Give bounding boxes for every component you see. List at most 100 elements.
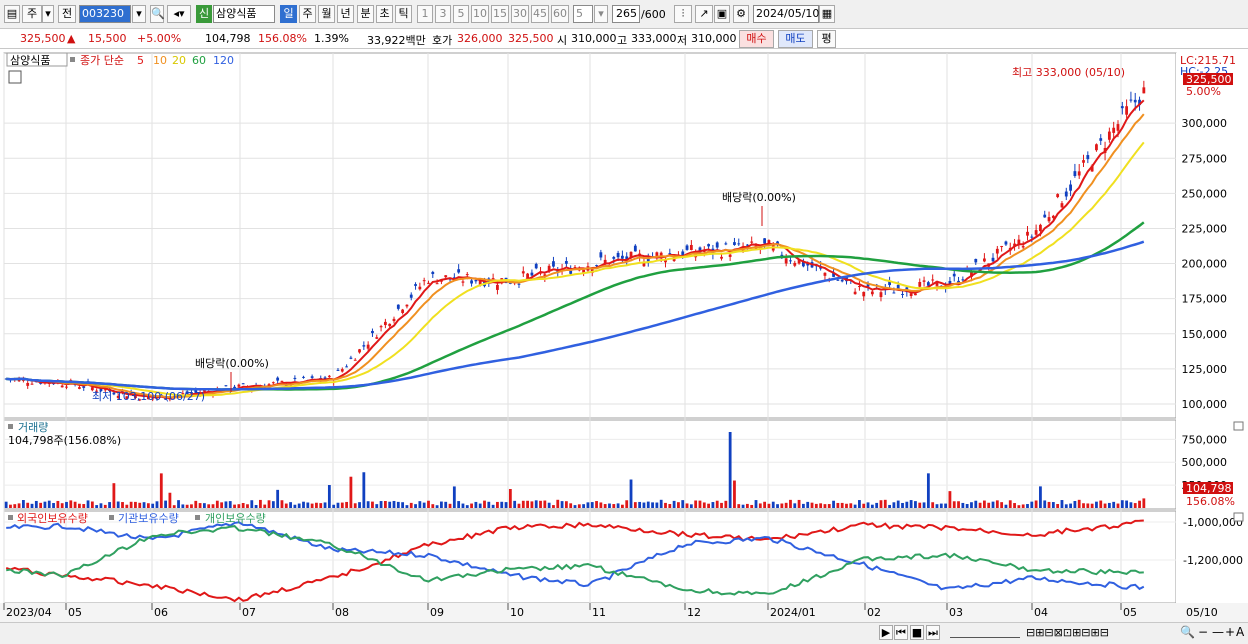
speaker-icon[interactable]: ◂▾ xyxy=(167,5,191,23)
candle-body xyxy=(633,245,637,252)
minute-step-3[interactable]: 3 xyxy=(435,5,451,23)
date-input[interactable]: 2024/05/10 xyxy=(753,5,819,23)
stop-icon[interactable]: ■ xyxy=(910,625,924,640)
zoom-line-icon[interactable]: — xyxy=(1212,625,1224,639)
prev-button[interactable]: 전 xyxy=(58,5,76,23)
last-icon[interactable]: ⏭ xyxy=(926,625,940,640)
minute-step-45[interactable]: 45 xyxy=(531,5,549,23)
volume-bar xyxy=(1004,504,1008,508)
volume-panel-close-icon[interactable] xyxy=(1233,421,1244,431)
zoom-tools-icon[interactable]: ⊟⊞⊟⊠⊡⊞⊟⊞⊟ xyxy=(1026,626,1109,639)
ask-price: 326,000 xyxy=(457,32,503,45)
holding-panel-close-icon[interactable] xyxy=(1233,512,1244,522)
candle-body xyxy=(720,256,723,259)
volume-bar xyxy=(595,501,598,508)
market-dropdown-icon[interactable]: ▾ xyxy=(42,5,54,23)
candle-body xyxy=(1060,203,1064,208)
period-second[interactable]: 초 xyxy=(376,5,393,23)
draw-tool-icon[interactable]: ↗ xyxy=(695,5,713,23)
count-input[interactable]: 265 xyxy=(612,5,640,23)
chart-area[interactable]: 100,000 125,000 150,000 175,000 200,000 225,0… xyxy=(0,50,1248,622)
font-size-icon[interactable]: A xyxy=(1236,625,1244,639)
volume-bar xyxy=(276,489,280,508)
period-day[interactable]: 일 xyxy=(280,5,297,23)
min-annotation: 최저 103,100 (06/27) xyxy=(92,390,205,403)
volume-bar xyxy=(612,504,616,508)
candle-body xyxy=(836,279,840,281)
save-icon[interactable]: ▣ xyxy=(714,5,730,23)
sell-button[interactable]: 매도 xyxy=(778,30,813,48)
period-year[interactable]: 년 xyxy=(337,5,354,23)
first-icon[interactable]: ⏮ xyxy=(894,625,908,640)
period-tick[interactable]: 틱 xyxy=(395,5,412,23)
zoom-out-icon[interactable]: − xyxy=(1198,625,1208,639)
ma-legend-marker xyxy=(70,57,75,62)
candle-body xyxy=(465,274,469,276)
volume-bar xyxy=(1125,500,1129,508)
candle-body xyxy=(362,345,366,347)
volume-bar xyxy=(711,502,715,508)
volume-bar xyxy=(504,502,508,508)
minute-step-5[interactable]: 5 xyxy=(453,5,469,23)
candle-body xyxy=(396,304,400,309)
volume-bar xyxy=(396,501,400,508)
volume-bar xyxy=(383,501,387,508)
candle-body xyxy=(470,280,473,284)
calendar-icon[interactable]: ▦ xyxy=(819,5,835,23)
candle-body xyxy=(1000,246,1004,248)
price: 325,500 xyxy=(20,32,66,45)
count-max: /600 xyxy=(641,8,666,21)
volume-bar xyxy=(90,501,94,508)
period-minute[interactable]: 분 xyxy=(357,5,374,23)
volume-bar xyxy=(414,504,417,508)
minute-step-10[interactable]: 10 xyxy=(471,5,489,23)
volume-bar xyxy=(875,502,879,508)
candle-body xyxy=(1142,87,1146,94)
candle-body xyxy=(60,385,64,388)
minute-step-30[interactable]: 30 xyxy=(511,5,529,23)
interval-dropdown-icon[interactable]: ▾ xyxy=(594,5,608,23)
search-icon[interactable]: 🔍 xyxy=(150,5,165,23)
minute-step-15[interactable]: 15 xyxy=(491,5,509,23)
minute-step-1[interactable]: 1 xyxy=(417,5,433,23)
interval-input[interactable]: 5 xyxy=(573,5,593,23)
ma-20-label: 20 xyxy=(172,54,186,67)
zoom-slider[interactable] xyxy=(950,627,1020,638)
volume-bar xyxy=(1073,501,1077,508)
x-tick-label: 06 xyxy=(154,606,168,619)
candle-body xyxy=(409,294,413,298)
candle-body xyxy=(991,257,995,262)
volume-bar xyxy=(405,505,409,508)
code-input[interactable]: 003230 xyxy=(79,5,131,23)
volume-bar xyxy=(146,503,150,508)
period-month[interactable]: 월 xyxy=(318,5,335,23)
volume-bar xyxy=(1116,503,1120,508)
scroll-right-icon[interactable]: ▶ xyxy=(879,625,893,640)
turnover: 1.39% xyxy=(314,32,349,45)
code-dropdown-icon[interactable]: ▾ xyxy=(132,5,146,23)
zoom-in-icon[interactable]: + xyxy=(1225,625,1235,639)
minute-step-60[interactable]: 60 xyxy=(551,5,569,23)
volume-bar xyxy=(745,503,749,508)
magnifier-icon[interactable]: 🔍 xyxy=(1180,625,1195,639)
market-select[interactable]: 주 xyxy=(22,5,42,23)
eval-button[interactable]: 평 xyxy=(817,30,836,48)
period-week[interactable]: 주 xyxy=(299,5,316,23)
chart-type-icon[interactable]: ▤ xyxy=(4,5,20,23)
volume-bar xyxy=(461,503,465,508)
calculator-icon[interactable] xyxy=(8,70,22,84)
volume-bar xyxy=(564,501,568,508)
candle-body xyxy=(901,293,904,295)
chart-svg[interactable]: 100,000 125,000 150,000 175,000 200,000 225,0… xyxy=(0,50,1248,622)
candle-body xyxy=(1004,241,1008,245)
gear-icon[interactable]: ⚙ xyxy=(733,5,749,23)
volume-bar xyxy=(306,502,310,508)
max-annotation: 최고 333,000 (05/10) xyxy=(1012,66,1125,79)
price-y-axis: 100,000 125,000 150,000 175,000 200,000 225,0… xyxy=(1182,117,1228,411)
volume-bar xyxy=(720,502,723,508)
credit-badge: 신 xyxy=(196,5,212,23)
candle-body xyxy=(1125,106,1129,115)
volume-bar xyxy=(698,500,702,508)
candle-settings-icon[interactable]: ⫶ xyxy=(674,5,692,23)
buy-button[interactable]: 매수 xyxy=(739,30,774,48)
